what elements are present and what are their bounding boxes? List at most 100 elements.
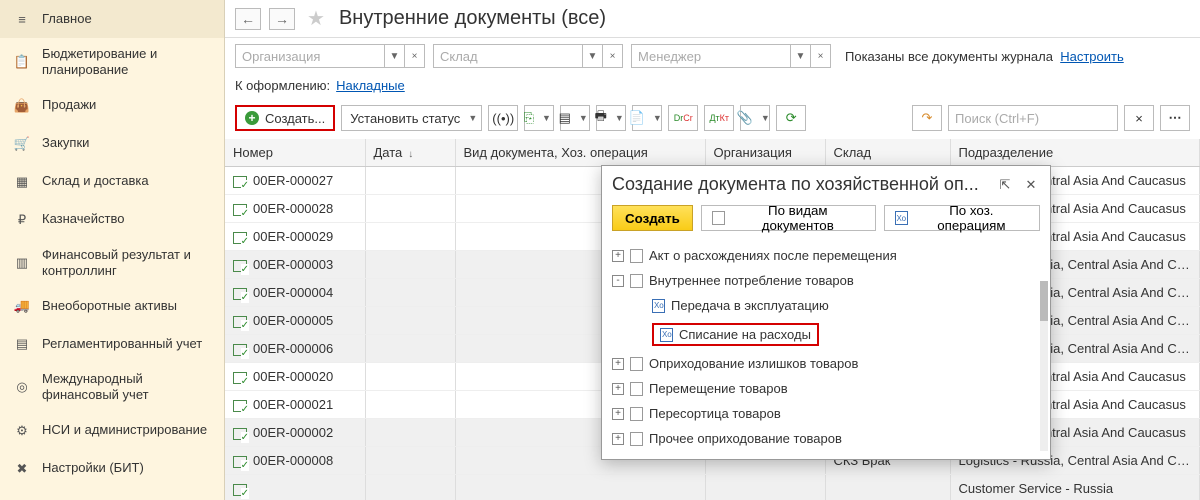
clear-icon[interactable]: ×	[602, 45, 622, 67]
tree-node-label: Списание на расходы	[679, 327, 811, 342]
create-button[interactable]: + Создать...	[235, 105, 335, 131]
chevron-down-icon[interactable]: ▼	[384, 45, 404, 67]
doc-posted-icon	[233, 316, 247, 328]
configure-link[interactable]: Настроить	[1060, 49, 1124, 64]
scrollbar-thumb[interactable]	[1040, 281, 1048, 321]
sidebar-item-label: Регламентированный учет	[42, 336, 202, 352]
doc-posted-icon	[233, 484, 247, 496]
nav-forward-button[interactable]: →	[269, 8, 295, 30]
chevron-down-icon[interactable]: ▼	[790, 45, 810, 67]
sidebar-item[interactable]: ₽Казначейство	[0, 201, 224, 239]
expander-icon[interactable]: +	[612, 250, 624, 262]
tree-node[interactable]: - Внутреннее потребление товаров	[608, 268, 1044, 293]
nav-back-button[interactable]: ←	[235, 8, 261, 30]
filter-note: Показаны все документы журнала Настроить	[845, 49, 1124, 64]
expander-icon[interactable]: +	[612, 433, 624, 445]
wrench-icon: ✖	[14, 461, 30, 477]
sidebar-item-label: Закупки	[42, 135, 89, 151]
by-doc-types-button[interactable]: По видам документов	[701, 205, 876, 231]
sidebar-item[interactable]: 📋Бюджетирование и планирование	[0, 38, 224, 87]
list-button[interactable]: ▤▼	[560, 105, 590, 131]
chevron-down-icon[interactable]: ▼	[582, 45, 602, 67]
gear-icon: ⚙	[14, 423, 30, 439]
expander-icon[interactable]: +	[612, 383, 624, 395]
copy-button[interactable]: ⎘▼	[524, 105, 554, 131]
doc-posted-icon	[233, 232, 247, 244]
plan-icon: 📋	[14, 54, 30, 70]
page-icon	[630, 249, 643, 263]
sidebar-item[interactable]: ▥Финансовый результат и контроллинг	[0, 239, 224, 288]
page-title: Внутренние документы (все)	[339, 7, 606, 30]
tree-node-label: Пересортица товаров	[649, 406, 781, 421]
page-icon	[630, 357, 643, 371]
col-date: Дата↓	[365, 139, 455, 167]
col-doc: Вид документа, Хоз. операция	[455, 139, 705, 167]
set-status-button[interactable]: Установить статус▼	[341, 105, 482, 131]
sidebar-item[interactable]: 🛒Закупки	[0, 125, 224, 163]
sidebar-item[interactable]: ≡ Главное	[0, 0, 224, 38]
page-icon	[630, 274, 643, 288]
print-button[interactable]: 🖶▼	[596, 105, 626, 131]
sidebar-item[interactable]: ⚙ НСИ и администрирование	[0, 412, 224, 450]
table-header-row[interactable]: Номер Дата↓ Вид документа, Хоз. операция…	[225, 139, 1200, 167]
sidebar-item[interactable]: ▦Склад и доставка	[0, 163, 224, 201]
tree-node[interactable]: +Прочее оприходование товаров	[608, 426, 1044, 451]
modal-title: Создание документа по хозяйственной оп..…	[612, 174, 988, 195]
tree-node-label: Внутреннее потребление товаров	[649, 273, 854, 288]
tree-node-label: Оприходование излишков товаров	[649, 356, 858, 371]
by-operations-button[interactable]: ХоПо хоз. операциям	[884, 205, 1040, 231]
attach-button[interactable]: 📎▼	[740, 105, 770, 131]
doc-posted-icon	[233, 456, 247, 468]
warehouse-filter[interactable]: Склад ▼ ×	[433, 44, 623, 68]
clear-icon[interactable]: ×	[810, 45, 830, 67]
manager-filter[interactable]: Менеджер ▼ ×	[631, 44, 831, 68]
tree-node-label: Передача в эксплуатацию	[671, 298, 829, 313]
sidebar-item[interactable]: ✖Настройки (БИТ)	[0, 450, 224, 488]
table-row[interactable]: Customer Service - Russia	[225, 475, 1200, 500]
drcr-button[interactable]: DrCr	[668, 105, 698, 131]
operation-tree[interactable]: +Акт о расхождениях после перемещения - Вн…	[602, 239, 1050, 459]
globe-icon: ◎	[14, 379, 30, 395]
tree-node[interactable]: + Пересортица товаров	[608, 401, 1044, 426]
broadcast-button[interactable]: ((•))	[488, 105, 518, 131]
sidebar-item-label: Главное	[42, 11, 92, 27]
org-filter[interactable]: Организация ▼ ×	[235, 44, 425, 68]
invoices-link[interactable]: Накладные	[336, 78, 405, 93]
report-button[interactable]: 📄▼	[632, 105, 662, 131]
tree-node[interactable]: + Перемещение товаров	[608, 376, 1044, 401]
filter-bar: Организация ▼ × Склад ▼ × Менеджер ▼ × П…	[225, 38, 1200, 74]
export-button[interactable]: ↷	[912, 105, 942, 131]
sidebar-item-label: Продажи	[42, 97, 96, 113]
expander-icon[interactable]: +	[612, 408, 624, 420]
close-icon[interactable]: ✕	[1022, 176, 1040, 194]
refresh-button[interactable]: ⟳	[776, 105, 806, 131]
search-input[interactable]: Поиск (Ctrl+F)	[948, 105, 1118, 131]
tree-node[interactable]: ХоСписание на расходы	[608, 318, 1044, 351]
sidebar-item[interactable]: 👜Продажи	[0, 87, 224, 125]
col-number: Номер	[225, 139, 365, 167]
sidebar-item-label: Финансовый результат и контроллинг	[42, 247, 210, 280]
modal-create-button[interactable]: Создать	[612, 205, 693, 231]
sidebar-item-label: НСИ и администрирование	[42, 422, 207, 438]
drcr2-button[interactable]: ДтКт	[704, 105, 734, 131]
page-icon	[630, 382, 643, 396]
tree-node-label: Перемещение товаров	[649, 381, 788, 396]
expander-icon[interactable]: +	[612, 358, 624, 370]
search-clear-button[interactable]: ×	[1124, 105, 1154, 131]
sidebar-item[interactable]: ◎Международный финансовый учет	[0, 363, 224, 412]
doc-posted-icon	[233, 204, 247, 216]
expander-icon[interactable]: -	[612, 275, 624, 287]
col-org: Организация	[705, 139, 825, 167]
doc-posted-icon	[233, 400, 247, 412]
tree-node[interactable]: +Акт о расхождениях после перемещения	[608, 243, 1044, 268]
tree-node[interactable]: ХоПередача в эксплуатацию	[608, 293, 1044, 318]
pin-icon[interactable]: ⇱	[996, 176, 1014, 194]
favorite-star-icon[interactable]: ★	[307, 6, 325, 31]
more-button[interactable]: ⋯	[1160, 105, 1190, 131]
sidebar-item[interactable]: ▤Регламентированный учет	[0, 325, 224, 363]
tree-node[interactable]: + Оприходование излишков товаров	[608, 351, 1044, 376]
doc-posted-icon	[233, 176, 247, 188]
menu-icon: ≡	[14, 11, 30, 27]
clear-icon[interactable]: ×	[404, 45, 424, 67]
sidebar-item[interactable]: 🚚Внеоборотные активы	[0, 287, 224, 325]
